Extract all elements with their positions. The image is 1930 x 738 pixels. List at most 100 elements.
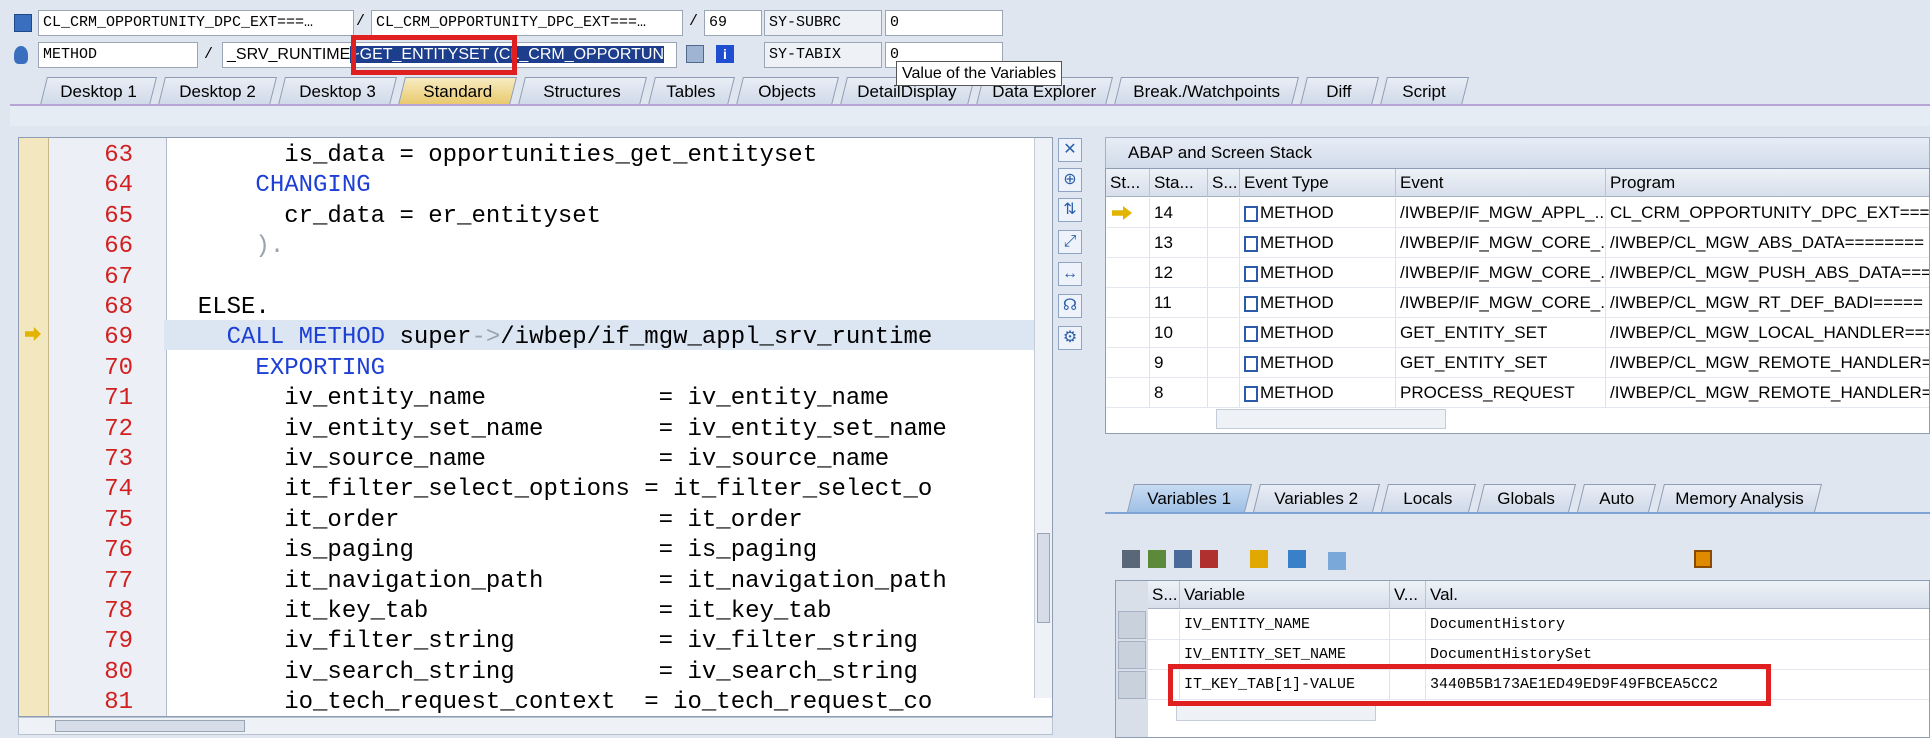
tab-desktop-3[interactable]: Desktop 3: [278, 77, 397, 105]
tab-structures[interactable]: Structures: [518, 77, 647, 105]
tab-variables-2[interactable]: Variables 2: [1253, 484, 1380, 512]
stack-cell[interactable]: /IWBEP/CL_MGW_PUSH_ABS_DATA===: [1606, 258, 1929, 288]
grid-icon[interactable]: [686, 45, 704, 63]
delete-icon[interactable]: [1122, 550, 1140, 568]
stack-cell[interactable]: [1106, 228, 1150, 258]
stack-cell[interactable]: /IWBEP/CL_MGW_LOCAL_HANDLER===: [1606, 318, 1929, 348]
variables-col-value[interactable]: Val.: [1426, 581, 1929, 609]
stack-cell[interactable]: METHOD: [1240, 348, 1396, 378]
swap-tool-icon[interactable]: ⇅: [1058, 198, 1082, 222]
stack-cell[interactable]: [1106, 348, 1150, 378]
stack-cell[interactable]: /IWBEP/CL_MGW_REMOTE_HANDLER==: [1606, 378, 1929, 408]
stack-cell[interactable]: [1106, 198, 1150, 228]
row-selector[interactable]: [1118, 671, 1146, 699]
stack-cell[interactable]: 9: [1150, 348, 1208, 378]
editor-vertical-scrollbar[interactable]: [1034, 138, 1052, 698]
stack-col-event[interactable]: Event: [1396, 169, 1606, 197]
new-tool-icon[interactable]: ⊕: [1058, 168, 1082, 192]
stack-col-s[interactable]: S...: [1208, 169, 1240, 197]
line-number-field[interactable]: 69: [704, 10, 762, 36]
editor-horizontal-scrollbar[interactable]: [18, 717, 1053, 735]
stack-col-status[interactable]: St...: [1106, 169, 1150, 197]
tab-script[interactable]: Script: [1380, 77, 1469, 105]
row-selector[interactable]: [1118, 641, 1146, 669]
variable-name-cell[interactable]: IV_ENTITY_NAME: [1180, 610, 1390, 640]
stack-cell[interactable]: METHOD: [1240, 378, 1396, 408]
stack-cell[interactable]: [1208, 288, 1240, 318]
stack-cell[interactable]: [1208, 198, 1240, 228]
stack-cell[interactable]: /IWBEP/CL_MGW_RT_DEF_BADI=====: [1606, 288, 1929, 318]
import-icon[interactable]: [1148, 550, 1166, 568]
stack-cell[interactable]: [1208, 318, 1240, 348]
transfer-icon[interactable]: [1288, 550, 1306, 568]
stack-cell[interactable]: 14: [1150, 198, 1208, 228]
clear-variables-icon[interactable]: [1200, 550, 1218, 568]
program-field[interactable]: CL_CRM_OPPORTUNITY_DPC_EXT===…: [38, 10, 354, 36]
scroll-thumb[interactable]: [1037, 533, 1050, 623]
hierarchy-icon[interactable]: [1250, 550, 1268, 568]
resize-icon[interactable]: ↔: [1058, 262, 1082, 286]
tab-globals[interactable]: Globals: [1477, 484, 1576, 512]
stack-cell[interactable]: [1208, 228, 1240, 258]
stack-cell[interactable]: [1106, 378, 1150, 408]
object-icon[interactable]: [1328, 552, 1346, 570]
stack-cell[interactable]: [1106, 258, 1150, 288]
tab-tables[interactable]: Tables: [648, 77, 735, 105]
close-icon[interactable]: ✕: [1058, 138, 1082, 162]
stack-cell[interactable]: 13: [1150, 228, 1208, 258]
tab-breakpoints[interactable]: Break./Watchpoints: [1114, 77, 1299, 105]
stack-cell[interactable]: /IWBEP/CL_MGW_ABS_DATA========: [1606, 228, 1929, 258]
stack-cell[interactable]: [1208, 378, 1240, 408]
tab-locals[interactable]: Locals: [1381, 484, 1476, 512]
variables-col-s[interactable]: S...: [1148, 581, 1180, 609]
maximize-icon[interactable]: ⤢: [1058, 230, 1082, 254]
stack-cell[interactable]: [1106, 318, 1150, 348]
stack-cell[interactable]: 11: [1150, 288, 1208, 318]
stack-cell[interactable]: [1208, 348, 1240, 378]
stack-col-event-type[interactable]: Event Type: [1240, 169, 1396, 197]
stack-cell[interactable]: PROCESS_REQUEST: [1396, 378, 1606, 408]
stack-col-program[interactable]: Program: [1606, 169, 1929, 197]
stack-cell[interactable]: 12: [1150, 258, 1208, 288]
stack-cell[interactable]: METHOD: [1240, 198, 1396, 228]
scroll-thumb[interactable]: [55, 720, 245, 732]
services-icon[interactable]: ☊: [1058, 294, 1082, 318]
tab-diff[interactable]: Diff: [1300, 77, 1379, 105]
settings-icon[interactable]: ⚙: [1058, 326, 1082, 350]
stack-cell[interactable]: GET_ENTITY_SET: [1396, 348, 1606, 378]
tab-memory-analysis[interactable]: Memory Analysis: [1657, 484, 1822, 512]
tab-standard[interactable]: Standard: [398, 77, 517, 105]
source-code-editor[interactable]: 63 is_data = opportunities_get_entityset…: [18, 137, 1053, 717]
tab-auto[interactable]: Auto: [1577, 484, 1656, 512]
stack-cell[interactable]: METHOD: [1240, 258, 1396, 288]
save-icon[interactable]: [1694, 550, 1712, 568]
stack-cell[interactable]: /IWBEP/CL_MGW_REMOTE_HANDLER==: [1606, 348, 1929, 378]
stack-cell[interactable]: METHOD: [1240, 288, 1396, 318]
row-selector[interactable]: [1118, 611, 1146, 639]
include-field[interactable]: CL_CRM_OPPORTUNITY_DPC_EXT===…: [371, 10, 683, 36]
stack-cell[interactable]: /IWBEP/IF_MGW_APPL_...: [1396, 198, 1606, 228]
stack-cell[interactable]: METHOD: [1240, 228, 1396, 258]
tab-variables-1[interactable]: Variables 1: [1127, 484, 1252, 512]
variable-cell[interactable]: [1148, 610, 1180, 640]
stack-cell[interactable]: [1208, 258, 1240, 288]
tab-desktop-1[interactable]: Desktop 1: [40, 77, 157, 105]
stack-cell[interactable]: [1106, 288, 1150, 318]
variable-value-cell[interactable]: DocumentHistory: [1426, 610, 1929, 640]
stack-cell[interactable]: GET_ENTITY_SET: [1396, 318, 1606, 348]
stack-cell[interactable]: /IWBEP/IF_MGW_CORE_...: [1396, 288, 1606, 318]
variable-cell[interactable]: [1390, 610, 1426, 640]
stack-col-level[interactable]: Sta...: [1150, 169, 1208, 197]
stack-cell[interactable]: METHOD: [1240, 318, 1396, 348]
variables-col-v[interactable]: V...: [1390, 581, 1426, 609]
stack-h-scrollbar[interactable]: [1216, 409, 1446, 429]
save-variables-icon[interactable]: [1174, 550, 1192, 568]
variables-col-variable[interactable]: Variable: [1180, 581, 1390, 609]
stack-cell[interactable]: 10: [1150, 318, 1208, 348]
sy-subrc-value[interactable]: 0: [885, 10, 1003, 36]
stack-cell[interactable]: /IWBEP/IF_MGW_CORE_...: [1396, 228, 1606, 258]
stack-cell[interactable]: /IWBEP/IF_MGW_CORE_...: [1396, 258, 1606, 288]
event-type-field[interactable]: METHOD: [38, 42, 198, 68]
tab-desktop-2[interactable]: Desktop 2: [158, 77, 277, 105]
tab-objects[interactable]: Objects: [736, 77, 839, 105]
